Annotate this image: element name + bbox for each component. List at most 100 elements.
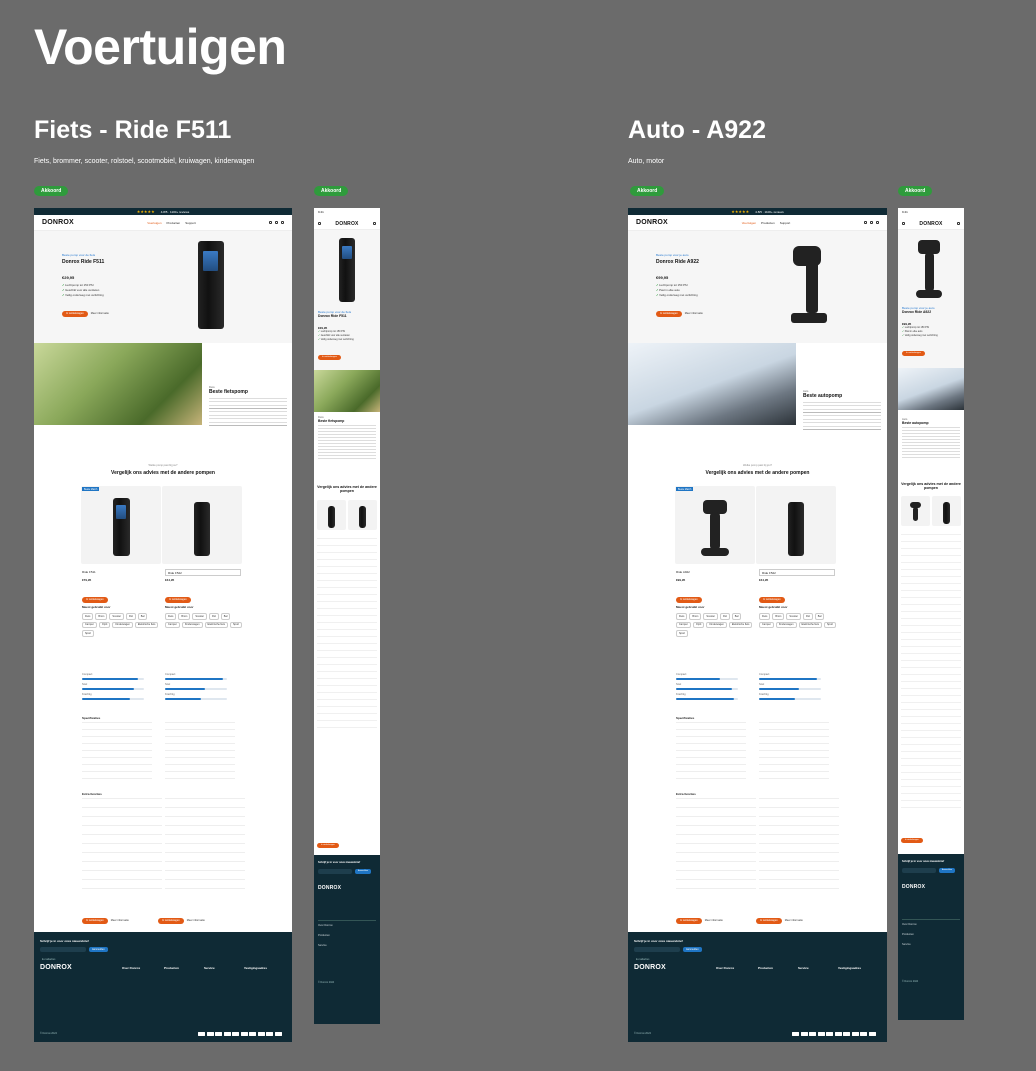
nav-voertuigen[interactable]: Voertuigen — [742, 221, 756, 225]
cart-icon[interactable] — [373, 222, 376, 225]
footer-col-title: Service — [798, 966, 809, 970]
status-bar: 9:41 — [902, 210, 908, 214]
add-to-cart-button[interactable]: In winkelwagen — [82, 596, 108, 603]
add-to-cart-button[interactable]: In winkelwagen — [656, 310, 682, 317]
add-to-cart-button[interactable]: In winkelwagen — [676, 917, 702, 924]
chip: Fiets — [82, 613, 94, 620]
meter-fill — [82, 698, 130, 700]
meter-label: Snel — [676, 683, 682, 686]
footer-col-title: Producten — [164, 966, 179, 970]
brand-logo[interactable]: DONROX — [335, 221, 358, 227]
snow-tire-photo — [898, 368, 964, 410]
chip: Kinderwagen — [706, 621, 727, 629]
nav-producten[interactable]: Producten — [167, 221, 181, 225]
add-to-cart-button[interactable]: In winkelwagen — [318, 354, 341, 360]
compare-card — [317, 500, 346, 530]
add-to-cart-button[interactable]: In winkelwagen — [62, 310, 88, 317]
cart-icon[interactable] — [281, 221, 284, 224]
feature-check: Luchtpomp tot 150 PSI — [659, 283, 688, 287]
footer-col-address: Vestigingsadres — [838, 966, 861, 971]
meter-fill — [759, 688, 799, 690]
compare-select[interactable]: Ride F522 — [165, 569, 241, 576]
menu-icon[interactable] — [902, 222, 905, 225]
accordion-item[interactable]: Producten — [902, 930, 960, 940]
add-to-cart-button[interactable]: In winkelwagen — [759, 596, 785, 603]
chip: Kinderwagen — [775, 621, 797, 629]
newsletter-button[interactable]: Aanmelden — [683, 947, 702, 952]
nav-voertuigen[interactable]: Voertuigen — [147, 221, 161, 225]
chip: Rol — [803, 613, 813, 620]
more-info-link[interactable]: Meer informatie — [785, 919, 803, 922]
newsletter-input[interactable] — [902, 868, 936, 873]
hero-product-title: Donrox Ride A922 — [902, 310, 932, 314]
add-to-cart-button[interactable]: In winkelwagen — [158, 917, 184, 924]
brand-logo[interactable]: DONROX — [636, 219, 668, 226]
chip: Fiets — [676, 613, 688, 620]
announcement-bar: ★★★★★ 4.8/5 · 1100+ reviews — [628, 208, 887, 215]
account-icon[interactable] — [870, 221, 873, 224]
more-info-link[interactable]: Meer informatie — [685, 312, 703, 315]
newsletter-input[interactable]: E-mailadres — [634, 947, 680, 961]
newsletter-button[interactable]: Aanmelden — [939, 868, 956, 873]
chip: Camper — [82, 621, 97, 629]
more-info-link[interactable]: Meer informatie — [91, 312, 109, 315]
cart-icon[interactable] — [876, 221, 879, 224]
newsletter-button[interactable]: Aanmelden — [89, 947, 108, 952]
account-icon[interactable] — [275, 221, 278, 224]
newsletter-button[interactable]: Aanmelden — [355, 869, 372, 874]
meter-fill — [165, 678, 223, 680]
hero-price: €29,95 — [62, 275, 75, 280]
accordion-item[interactable]: Service — [318, 941, 376, 951]
specs-title: Specificaties — [82, 716, 101, 720]
compare-select[interactable]: Ride F522 — [759, 569, 835, 576]
accordion-item[interactable]: Producten — [318, 931, 376, 941]
accordion-item[interactable]: Over Donrox — [318, 921, 376, 931]
add-to-cart-button[interactable]: In winkelwagen — [165, 596, 191, 603]
chip: Brom — [95, 613, 108, 620]
extras-list — [165, 798, 245, 893]
feature-check: Past in elke auto — [904, 330, 923, 333]
feature-paragraph — [209, 398, 287, 429]
chip: Camper — [676, 621, 691, 629]
brand-logo[interactable]: DONROX — [919, 221, 942, 227]
pump-image — [198, 241, 224, 329]
compare-price: €44,95 — [165, 578, 175, 582]
feature-check: Luchtpomp tot 150 PSI — [320, 330, 346, 333]
nav-producten[interactable]: Producten — [761, 221, 775, 225]
accordion-item[interactable]: Service — [902, 940, 960, 950]
add-to-cart-button[interactable]: In winkelwagen — [317, 842, 339, 848]
more-info-link[interactable]: Meer informatie — [187, 919, 205, 922]
status-badge-auto-mobile: Akkoord — [898, 186, 933, 196]
newsletter-input[interactable]: E-mailadres — [40, 947, 86, 961]
nav-support[interactable]: Support — [780, 221, 791, 225]
meter-fill — [676, 688, 732, 690]
chip: Brom — [772, 613, 785, 620]
feature-check: Veilig onderweg met verlichting — [65, 293, 104, 297]
add-to-cart-button[interactable]: In winkelwagen — [676, 596, 702, 603]
add-to-cart-button[interactable]: In winkelwagen — [82, 917, 108, 924]
add-to-cart-button[interactable]: In winkelwagen — [902, 350, 925, 356]
newsletter-input[interactable] — [318, 869, 352, 874]
snow-tire-photo — [628, 343, 796, 425]
footer-accordion[interactable]: Over Donrox Producten Service — [902, 919, 960, 950]
fiets-mobile-mockup: 9:41 DONROX Beste pomp voor de fiets Don… — [314, 208, 380, 1024]
specs-title: Specificaties — [676, 716, 695, 720]
feature-paragraph — [318, 425, 376, 460]
search-icon[interactable] — [269, 221, 272, 224]
search-icon[interactable] — [864, 221, 867, 224]
footer-col-products: Producten — [164, 966, 179, 971]
payment-icons — [792, 1032, 876, 1036]
menu-icon[interactable] — [318, 222, 321, 225]
meter-label: Snel — [759, 683, 765, 686]
payment-icons — [198, 1032, 282, 1036]
more-info-link[interactable]: Meer informatie — [111, 919, 129, 922]
accordion-item[interactable]: Over Donrox — [902, 920, 960, 930]
add-to-cart-button[interactable]: In winkelwagen — [901, 837, 923, 843]
nav-support[interactable]: Support — [185, 221, 196, 225]
status-bar: 9:41 — [318, 210, 324, 214]
add-to-cart-button[interactable]: In winkelwagen — [756, 917, 782, 924]
more-info-link[interactable]: Meer informatie — [705, 919, 723, 922]
cart-icon[interactable] — [957, 222, 960, 225]
brand-logo[interactable]: DONROX — [42, 219, 74, 226]
footer-accordion[interactable]: Over Donrox Producten Service — [318, 920, 376, 951]
